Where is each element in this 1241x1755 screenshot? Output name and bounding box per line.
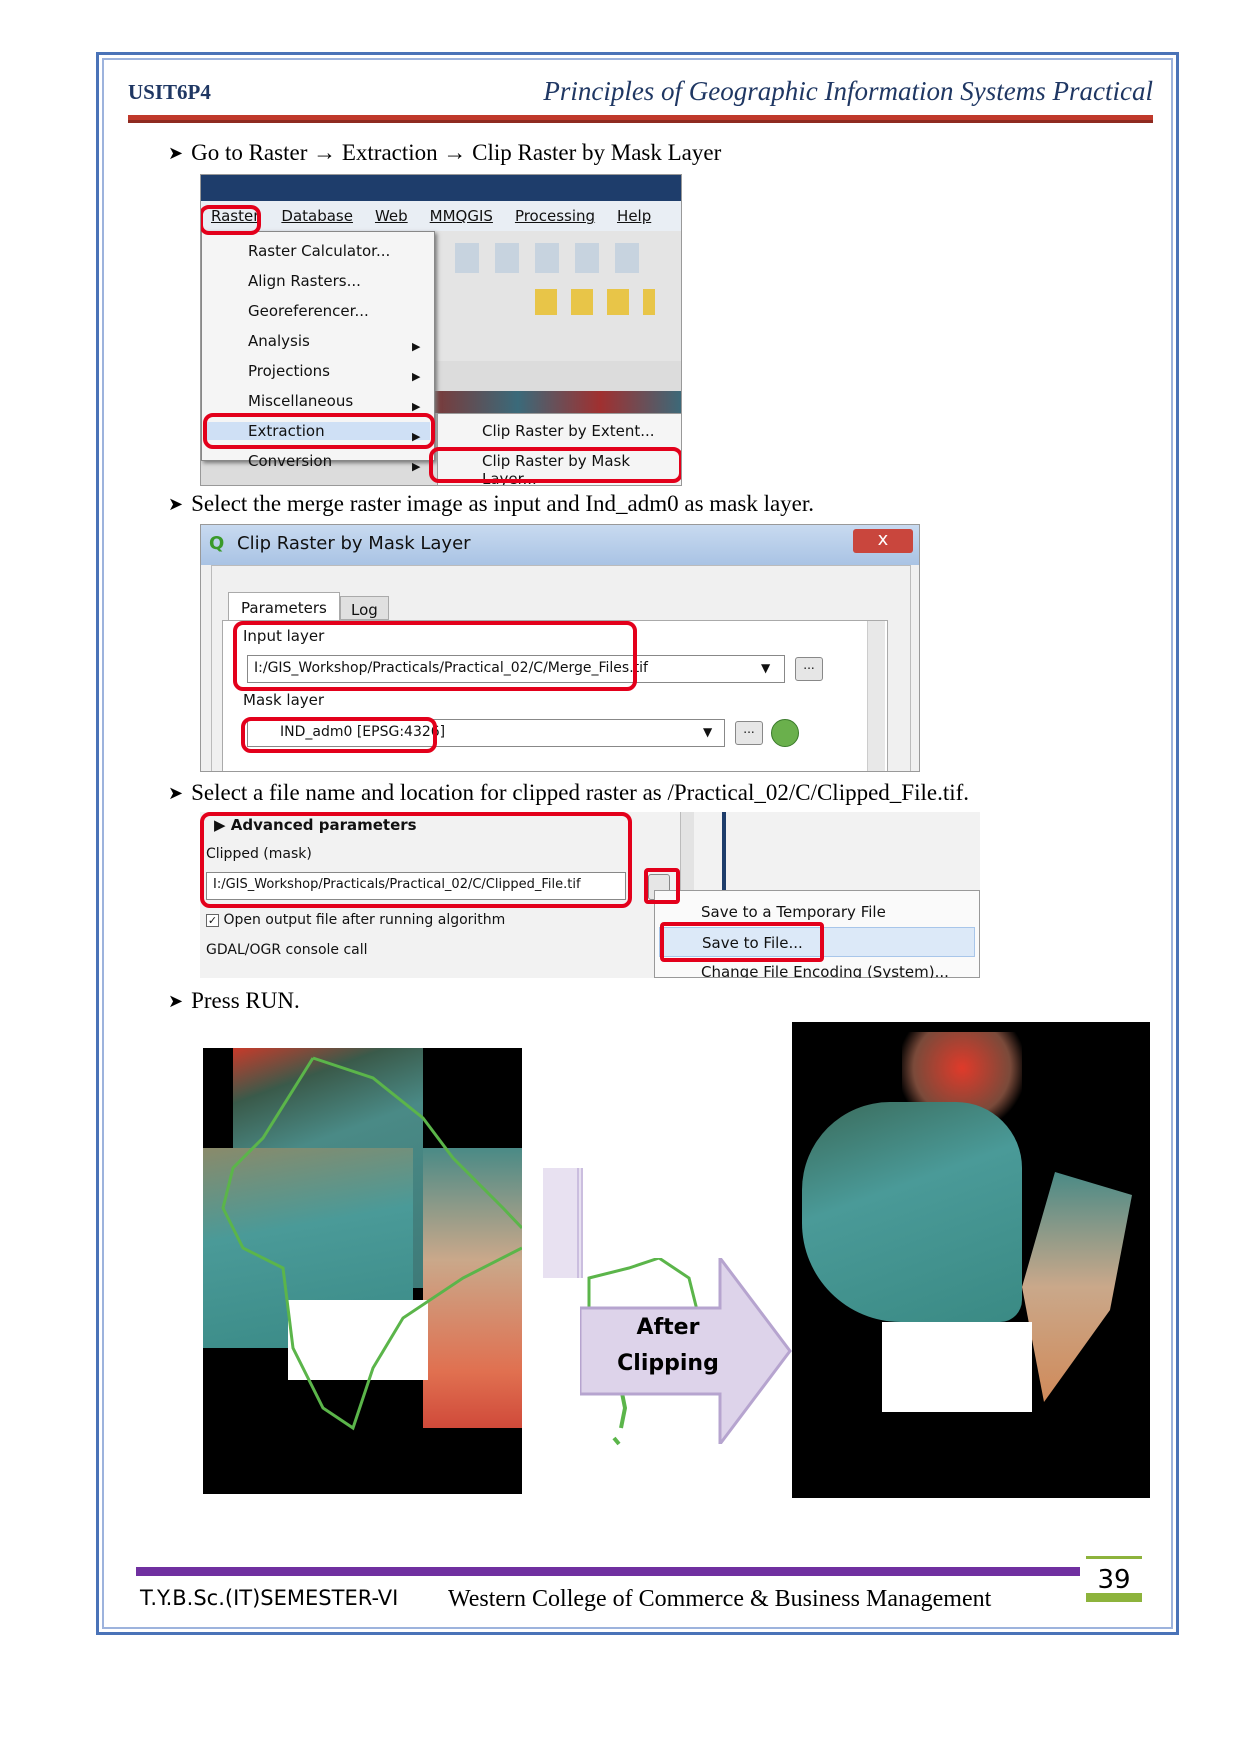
clip-by-extent-item[interactable]: Clip Raster by Extent...: [482, 422, 655, 440]
dropdown-arrow-icon: ▼: [761, 661, 771, 675]
course-code: USIT6P4: [128, 80, 211, 104]
map-strip: [435, 391, 681, 413]
parameters-panel: Input layer I:/GIS_Workshop/Practicals/P…: [222, 620, 888, 771]
raster-calculator-item[interactable]: Raster Calculator...: [248, 242, 390, 260]
window-edge: [722, 812, 726, 892]
qgis-logo-icon: Q: [209, 533, 225, 554]
highlight-output-path: [200, 812, 632, 908]
highlight-mask-layer: [241, 717, 437, 753]
clipped-region: [802, 1102, 1022, 1322]
highlight-input-layer: [233, 621, 637, 691]
bullet-arrow-icon: ➤: [168, 782, 184, 803]
after-clip-image: [792, 1022, 1150, 1498]
menu-database[interactable]: Database: [281, 207, 353, 225]
save-temporary-item[interactable]: Save to a Temporary File: [701, 903, 886, 921]
raster-menu-screenshot: Raster Database Web MMQGIS Processing He…: [200, 174, 682, 486]
menu-mmqgis[interactable]: MMQGIS: [430, 207, 493, 225]
miscellaneous-item[interactable]: Miscellaneous: [248, 392, 353, 410]
footer-rule: [136, 1567, 1080, 1576]
footer-semester: T.Y.B.Sc.(IT)SEMESTER-VI: [140, 1586, 399, 1610]
browse-input-button[interactable]: ...: [795, 657, 823, 681]
tab-log[interactable]: Log: [340, 596, 389, 620]
dialog-title: Clip Raster by Mask Layer: [237, 533, 471, 554]
highlight-clip-mask: [429, 447, 681, 483]
checkbox-check-icon: ✓: [206, 914, 219, 927]
clip-dialog-screenshot: Q Clip Raster by Mask Layer x Parameters…: [200, 524, 920, 772]
step-3: ➤ Select a file name and location for cli…: [168, 780, 970, 805]
bullet-arrow-icon: ➤: [168, 990, 184, 1011]
title-strip: [201, 175, 681, 201]
bullet-arrow-icon: ➤: [168, 142, 184, 163]
step-4: ➤ Press RUN.: [168, 988, 300, 1013]
nodata-gap: [882, 1322, 1032, 1412]
label-toolbar-icons: [535, 289, 655, 315]
output-screenshot: ▶ Advanced parameters Clipped (mask) I:/…: [200, 812, 980, 978]
conversion-item[interactable]: Conversion: [248, 452, 332, 470]
before-clip-image: [203, 1048, 522, 1494]
toolbar-area: [435, 231, 681, 361]
close-button[interactable]: x: [853, 529, 913, 553]
analysis-item[interactable]: Analysis: [248, 332, 310, 350]
gdal-console-label: GDAL/OGR console call: [206, 942, 368, 958]
menu-web[interactable]: Web: [375, 207, 408, 225]
toolbar-icons: [455, 243, 655, 273]
tab-parameters[interactable]: Parameters: [228, 592, 340, 620]
document-title: Principles of Geographic Information Sys…: [543, 76, 1153, 106]
mask-layer-label: Mask layer: [243, 691, 325, 709]
highlight-raster: [201, 205, 261, 235]
india-outline: [221, 1056, 522, 1431]
change-encoding-item[interactable]: Change File Encoding (System)...: [701, 963, 949, 978]
iterate-icon[interactable]: [771, 719, 799, 747]
georeferencer-item[interactable]: Georeferencer...: [248, 302, 369, 320]
menu-bar[interactable]: Raster Database Web MMQGIS Processing He…: [201, 201, 681, 231]
bullet-arrow-icon: ➤: [168, 493, 184, 514]
step-1: ➤ Go to Raster → Extraction → Clip Raster…: [168, 140, 722, 165]
submenu-chevron-icon: ▶ ▶ ▶ ▶ ▶: [412, 340, 421, 473]
footer-college: Western College of Commerce & Business M…: [448, 1586, 992, 1612]
highlight-save-to-file: [660, 922, 824, 962]
scrollbar[interactable]: [867, 621, 885, 771]
align-rasters-item[interactable]: Align Rasters...: [248, 272, 361, 290]
page-number: 39: [1086, 1556, 1142, 1602]
header-rule: [128, 115, 1153, 123]
open-output-checkbox[interactable]: ✓ Open output file after running algorit…: [206, 912, 505, 928]
dropdown-arrow-icon: ▼: [703, 725, 713, 739]
step-2: ➤ Select the merge raster image as input …: [168, 491, 815, 516]
highlight-browse: [644, 868, 680, 904]
projections-item[interactable]: Projections: [248, 362, 330, 380]
browse-mask-button[interactable]: ...: [735, 721, 763, 745]
highlight-extraction: [203, 413, 435, 449]
menu-processing[interactable]: Processing: [515, 207, 595, 225]
dialog-body: Parameters Log Input layer I:/GIS_Worksh…: [211, 565, 911, 771]
dialog-title-bar: Q Clip Raster by Mask Layer x: [201, 525, 919, 565]
arrow-tail: [543, 1168, 583, 1278]
clipped-east: [1022, 1172, 1132, 1402]
menu-help[interactable]: Help: [617, 207, 651, 225]
after-clipping-label: After Clipping: [617, 1315, 719, 1376]
